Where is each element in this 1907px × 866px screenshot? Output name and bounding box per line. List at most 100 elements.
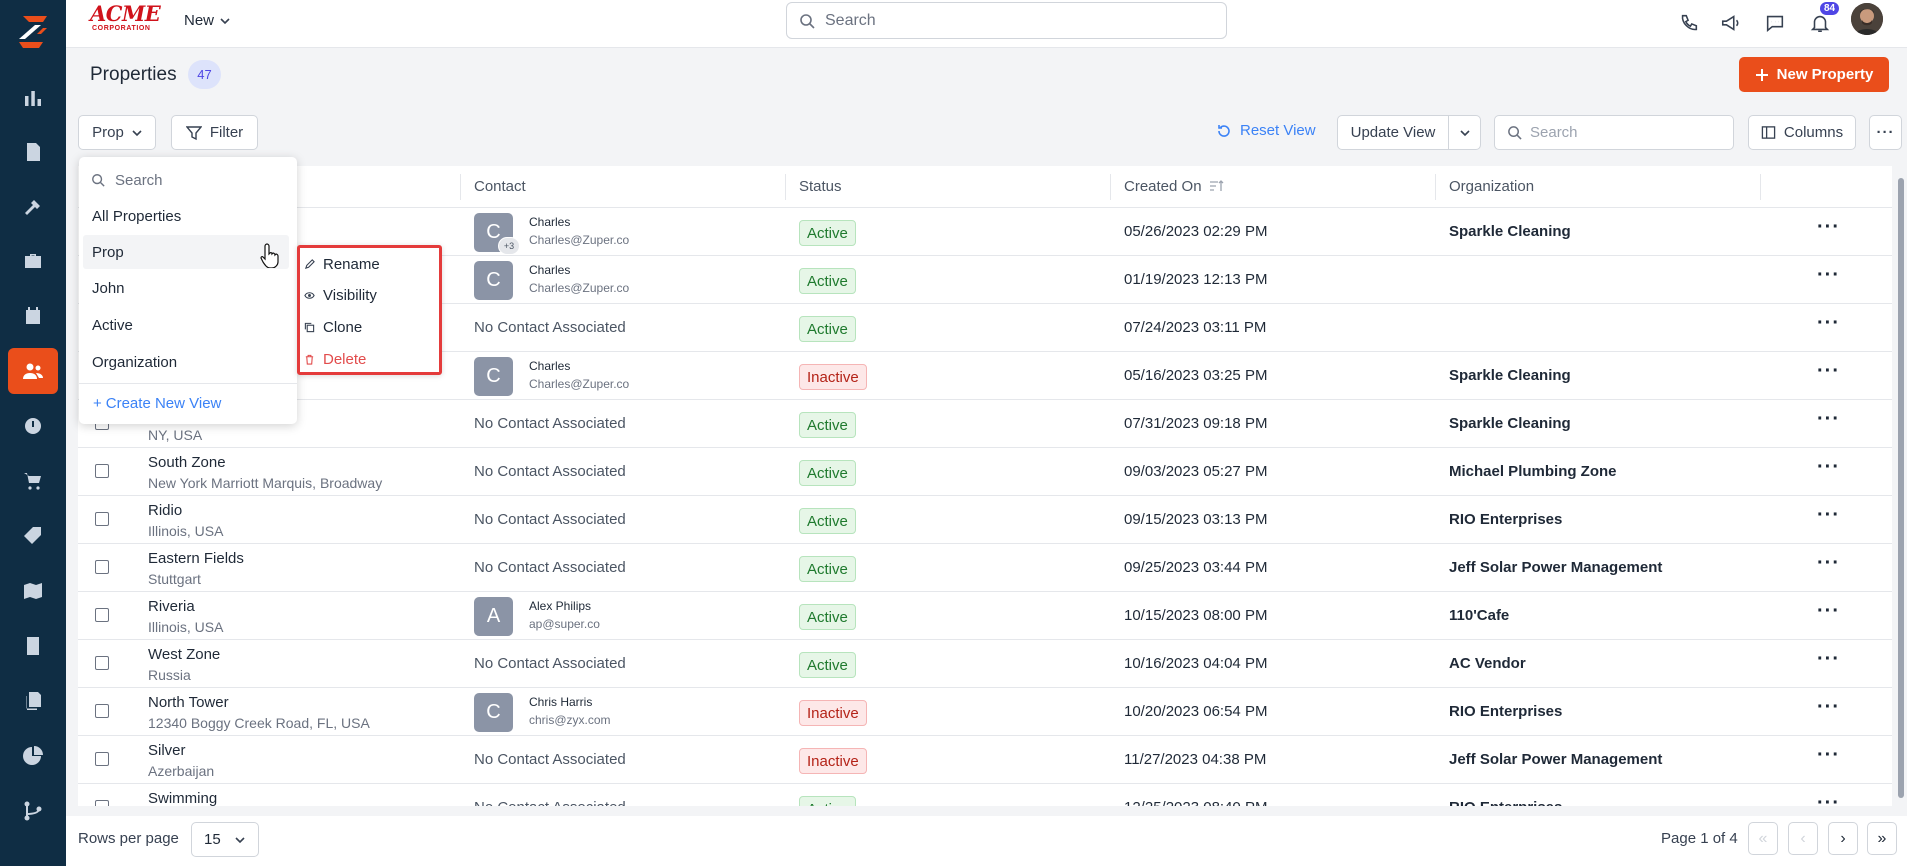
- more-options-button[interactable]: ···: [1869, 115, 1902, 150]
- row-checkbox[interactable]: [95, 608, 109, 622]
- table-row[interactable]: Silver Azerbaijan No Contact Associated Ina…: [78, 736, 1892, 784]
- view-item-john[interactable]: John: [83, 271, 289, 305]
- row-checkbox[interactable]: [95, 800, 109, 806]
- contact-avatar[interactable]: C: [474, 693, 513, 732]
- columns-button[interactable]: Columns: [1748, 115, 1856, 150]
- property-name[interactable]: North Tower: [148, 694, 229, 711]
- views-search-input[interactable]: [115, 171, 275, 189]
- brand-logo[interactable]: ACME CORPORATION: [90, 3, 162, 35]
- sidebar-briefcase-icon[interactable]: [8, 238, 58, 284]
- sidebar-invoice-icon[interactable]: [8, 623, 58, 669]
- column-header-created-on[interactable]: Created On: [1124, 178, 1202, 195]
- property-name[interactable]: South Zone: [148, 454, 226, 471]
- row-checkbox[interactable]: [95, 704, 109, 718]
- reset-view-button[interactable]: Reset View: [1216, 122, 1316, 139]
- view-item-active[interactable]: Active: [83, 308, 289, 342]
- bell-icon[interactable]: 84: [1806, 2, 1840, 37]
- property-name[interactable]: Riveria: [148, 598, 195, 615]
- row-more-icon[interactable]: ···: [1817, 360, 1840, 383]
- sort-icon[interactable]: [1209, 179, 1225, 193]
- column-header-status[interactable]: Status: [799, 178, 842, 195]
- chat-icon[interactable]: [1761, 9, 1789, 37]
- sidebar-tag-icon[interactable]: [8, 513, 58, 559]
- table-row[interactable]: Riveria Illinois, USA A Alex Philips ap@supe…: [78, 592, 1892, 640]
- row-checkbox[interactable]: [95, 464, 109, 478]
- table-row[interactable]: South Zone New York Marriott Marquis, Bro…: [78, 448, 1892, 496]
- property-name[interactable]: Eastern Fields: [148, 550, 244, 567]
- table-row[interactable]: West Zone Russia No Contact Associated Acti…: [78, 640, 1892, 688]
- sidebar-dashboard-icon[interactable]: [8, 75, 58, 121]
- filter-button[interactable]: Filter: [171, 115, 258, 150]
- last-page-button[interactable]: »: [1867, 822, 1897, 855]
- create-new-view-button[interactable]: + Create New View: [93, 395, 221, 412]
- sidebar-documents-icon[interactable]: [8, 678, 58, 724]
- rows-per-page-select[interactable]: 15: [191, 822, 259, 857]
- global-search-input[interactable]: [825, 11, 1205, 30]
- next-page-button[interactable]: ›: [1828, 822, 1858, 855]
- prev-page-button[interactable]: ‹: [1788, 822, 1818, 855]
- table-row[interactable]: YorkNY, USANo Contact AssociatedActive07…: [78, 400, 1892, 448]
- new-menu-button[interactable]: New: [184, 12, 230, 29]
- table-search[interactable]: [1494, 115, 1734, 150]
- sidebar-calendar-icon[interactable]: [8, 293, 58, 339]
- new-property-button[interactable]: New Property: [1739, 57, 1889, 92]
- sidebar-timesheet-icon[interactable]: [8, 403, 58, 449]
- column-header-contact[interactable]: Contact: [474, 178, 526, 195]
- contact-avatar[interactable]: C: [474, 261, 513, 300]
- sidebar-workflow-icon[interactable]: [8, 788, 58, 834]
- table-row[interactable]: Swimming No Contact Associated Active 12/25…: [78, 784, 1892, 806]
- row-more-icon[interactable]: ···: [1817, 792, 1840, 806]
- table-scrollbar[interactable]: [1898, 178, 1904, 798]
- sidebar-tools-icon[interactable]: [8, 184, 58, 230]
- phone-icon[interactable]: [1675, 9, 1703, 37]
- view-item-organization[interactable]: Organization: [83, 345, 289, 379]
- property-name[interactable]: Silver: [148, 742, 186, 759]
- view-selector[interactable]: Prop: [78, 115, 156, 150]
- table-row[interactable]: North Tower 12340 Boggy Creek Road, FL, U…: [78, 688, 1892, 736]
- sidebar-map-icon[interactable]: [8, 568, 58, 614]
- table-row[interactable]: Eastern Fields Stuttgart No Contact Associ…: [78, 544, 1892, 592]
- sidebar-reports-icon[interactable]: [8, 733, 58, 779]
- table-search-input[interactable]: [1530, 124, 1720, 141]
- sidebar-jobs-icon[interactable]: [8, 129, 58, 175]
- row-checkbox[interactable]: [95, 656, 109, 670]
- update-view-button[interactable]: Update View: [1337, 115, 1449, 150]
- update-view-dropdown[interactable]: [1448, 115, 1481, 150]
- row-more-icon[interactable]: ···: [1817, 408, 1840, 431]
- clone-menu-item[interactable]: Clone: [304, 313, 362, 341]
- user-avatar[interactable]: [1851, 3, 1883, 35]
- table-row[interactable]: Ridio Illinois, USA No Contact Associated A…: [78, 496, 1892, 544]
- row-more-icon[interactable]: ···: [1817, 648, 1840, 671]
- row-more-icon[interactable]: ···: [1817, 600, 1840, 623]
- megaphone-icon[interactable]: [1717, 9, 1745, 37]
- row-checkbox[interactable]: [95, 560, 109, 574]
- rename-menu-item[interactable]: Rename: [304, 250, 380, 278]
- contact-extra-count[interactable]: +3: [498, 237, 520, 255]
- property-name[interactable]: West Zone: [148, 646, 220, 663]
- row-checkbox[interactable]: [95, 752, 109, 766]
- first-page-button[interactable]: «: [1748, 822, 1778, 855]
- sidebar-cart-icon[interactable]: [8, 458, 58, 504]
- row-more-icon[interactable]: ···: [1817, 456, 1840, 479]
- app-logo-icon[interactable]: [13, 12, 53, 52]
- views-search[interactable]: [87, 165, 287, 195]
- delete-menu-item[interactable]: Delete: [304, 345, 366, 373]
- row-more-icon[interactable]: ···: [1817, 504, 1840, 527]
- row-more-icon[interactable]: ···: [1817, 696, 1840, 719]
- row-more-icon[interactable]: ···: [1817, 216, 1840, 239]
- property-name[interactable]: Ridio: [148, 502, 182, 519]
- row-more-icon[interactable]: ···: [1817, 264, 1840, 287]
- row-more-icon[interactable]: ···: [1817, 744, 1840, 767]
- contact-avatar[interactable]: A: [474, 597, 513, 636]
- contact-avatar[interactable]: C: [474, 357, 513, 396]
- column-header-organization[interactable]: Organization: [1449, 178, 1534, 195]
- row-more-icon[interactable]: ···: [1817, 552, 1840, 575]
- view-item-all-properties[interactable]: All Properties: [83, 199, 289, 233]
- visibility-menu-item[interactable]: Visibility: [304, 281, 377, 309]
- row-checkbox[interactable]: [95, 512, 109, 526]
- property-name[interactable]: Swimming: [148, 790, 217, 806]
- sidebar-customers-icon[interactable]: [8, 348, 58, 394]
- global-search[interactable]: [786, 2, 1227, 39]
- row-more-icon[interactable]: ···: [1817, 312, 1840, 335]
- view-item-prop[interactable]: Prop: [83, 235, 289, 269]
